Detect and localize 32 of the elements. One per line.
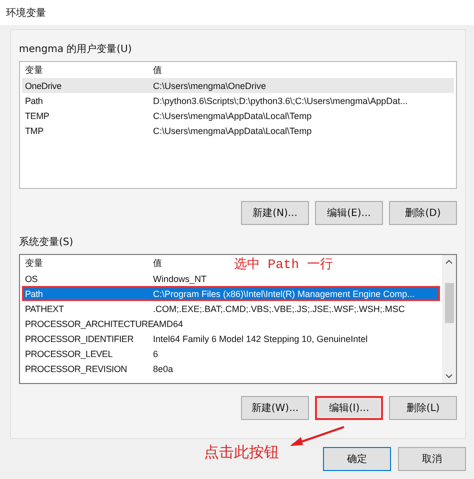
scrollbar[interactable] <box>442 255 456 383</box>
variable-row[interactable]: PROCESSOR_ARCHITECTUREAMD64 <box>22 316 440 331</box>
group-label: mengma 的用户变量(U) <box>19 42 132 56</box>
dialog-button[interactable]: 编辑(E)... <box>315 201 383 225</box>
variable-row[interactable]: Path D:\python3.6\Scripts\;D:\python3.6\;C:\Users\mengma\AppDat... <box>22 93 454 108</box>
variable-row[interactable]: PATHEXT .COM;.EXE;.BAT;.CMD;.VBS;.VBE;.JS;.JSE;.WSF;.WSH;.MSC <box>22 301 440 316</box>
variable-row[interactable]: TMP C:\Users\mengma\AppData\Local\Temp <box>22 123 454 138</box>
variable-row[interactable]: OS Windows_NT <box>22 271 440 286</box>
dialog-button[interactable]: 新建(W)... <box>241 396 309 420</box>
annotation-text: 点击此按钮 <box>204 443 279 462</box>
dialog-button[interactable]: 删除(L) <box>389 396 457 420</box>
variable-row[interactable]: OneDrive C:\Users\mengma\OneDrive <box>22 78 454 93</box>
group-label: 系统变量(S) <box>19 236 74 249</box>
scroll-down-icon[interactable] <box>445 372 453 380</box>
column-header[interactable]: 值 <box>153 64 162 77</box>
dialog-button[interactable]: 编辑(I)... <box>315 396 383 420</box>
variable-row[interactable]: TEMP C:\Users\mengma\AppData\Local\Temp <box>22 108 454 123</box>
variable-row[interactable]: PROCESSOR_LEVEL 6 <box>22 346 440 361</box>
variable-row[interactable]: PROCESSOR_REVISION 8e0a <box>22 361 440 376</box>
window-title: 环境变量 <box>6 6 46 20</box>
annotation-text: 选中 Path 一行 <box>234 256 333 273</box>
dialog-button[interactable]: 新建(N)... <box>241 201 309 225</box>
column-header[interactable]: 变量 <box>22 64 153 77</box>
column-header[interactable]: 值 <box>153 257 162 270</box>
dialog-button[interactable]: 确定 <box>323 447 391 471</box>
dialog-button[interactable]: 删除(D) <box>389 201 457 225</box>
variable-row[interactable]: PROCESSOR_IDENTIFIER Intel64 Family 6 Model 142 Stepping 10, GenuineIntel <box>22 331 440 346</box>
variable-row[interactable]: Path C:\Program Files (x86)\Intel\Intel(R) Management Engine Comp... <box>22 286 440 301</box>
column-header[interactable]: 变量 <box>22 257 153 270</box>
scrollbar-thumb[interactable] <box>444 283 454 323</box>
scroll-up-icon[interactable] <box>445 258 453 266</box>
dialog-button[interactable]: 取消 <box>398 447 466 471</box>
